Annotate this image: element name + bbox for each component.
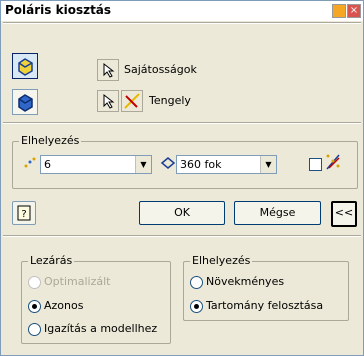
arrow-pointer-icon	[103, 62, 115, 78]
select-axis-button[interactable]	[97, 90, 119, 112]
fit-within-radio[interactable]	[190, 300, 203, 313]
cube-yellow-icon	[18, 58, 33, 76]
count-value: 6	[44, 158, 51, 171]
flip-direction-icon[interactable]	[324, 152, 342, 172]
title-bar: Poláris kiosztás ×	[1, 1, 363, 21]
incremental-label: Növekményes	[206, 275, 285, 288]
placement-mode-legend: Elhelyezés	[190, 254, 253, 267]
title-separator	[3, 22, 361, 24]
fit-within-label: Tartomány felosztása	[206, 299, 324, 312]
more-separator	[3, 235, 361, 237]
placement-group: Elhelyezés 6 ▼ 360 fok ▼	[12, 134, 358, 189]
select-properties-button[interactable]	[97, 59, 119, 81]
identical-label: Azonos	[44, 299, 84, 312]
angle-field[interactable]: 360 fok ▼	[176, 155, 277, 174]
cancel-button[interactable]: Mégse	[234, 201, 321, 225]
termination-legend: Lezárás	[28, 254, 75, 267]
identical-radio[interactable]	[28, 300, 41, 313]
ok-button[interactable]: OK	[139, 201, 225, 225]
polar-pattern-dialog: Poláris kiosztás × Sajátosságok Tengely	[0, 0, 364, 356]
collapse-button[interactable]: <<	[331, 201, 357, 227]
termination-group: Lezárás Optimalizált Azonos Igazítás a m…	[21, 254, 171, 344]
axis-icon	[124, 93, 140, 109]
placement-legend: Elhelyezés	[19, 134, 82, 147]
count-field[interactable]: 6 ▼	[40, 155, 152, 174]
incremental-radio[interactable]	[190, 276, 203, 289]
chevron-down-icon[interactable]: ▼	[135, 156, 151, 173]
close-icon[interactable]: ×	[347, 4, 361, 18]
svg-text:?: ?	[21, 209, 26, 220]
arrow-pointer-icon	[103, 93, 115, 109]
properties-label: Sajátosságok	[124, 63, 197, 76]
angle-icon	[160, 157, 176, 169]
window-title: Poláris kiosztás	[5, 3, 112, 17]
feature-solid-button[interactable]	[12, 89, 38, 115]
chevron-down-icon[interactable]: ▼	[260, 156, 276, 173]
angle-value: 360 fok	[180, 158, 222, 171]
fit-model-label: Igazítás a modellhez	[44, 322, 158, 335]
help-button[interactable]: ?	[12, 201, 36, 225]
help-icon: ?	[17, 205, 31, 221]
section-separator	[3, 122, 361, 124]
axis-label: Tengely	[149, 94, 191, 107]
feature-body-button[interactable]	[12, 53, 38, 79]
fit-model-radio[interactable]	[28, 323, 41, 336]
dots-count-icon	[24, 157, 36, 168]
axis-button[interactable]	[121, 90, 143, 112]
optimized-radio[interactable]	[28, 276, 41, 289]
flip-checkbox[interactable]	[309, 158, 322, 171]
optimized-label: Optimalizált	[44, 275, 111, 288]
cube-blue-icon	[18, 94, 33, 112]
pin-icon[interactable]	[332, 4, 346, 18]
placement-mode-group: Elhelyezés Növekményes Tartomány feloszt…	[183, 254, 349, 321]
